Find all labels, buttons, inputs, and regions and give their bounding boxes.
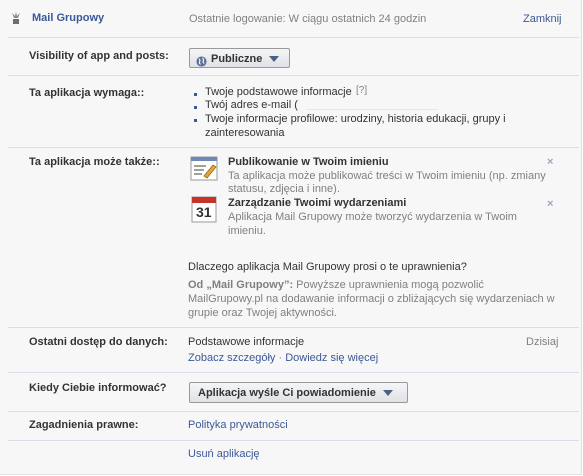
requires-label: Ta aplikacja wymaga:: (29, 87, 145, 99)
quote-line: Od „Mail Grupowy”: Powyższe uprawnienia … (188, 279, 484, 291)
divider (8, 147, 579, 148)
requires-item-cont: zainteresowania (205, 127, 285, 139)
quote-line: grupie oraz Twojej aktywności. (188, 307, 337, 319)
email-redacted (306, 101, 438, 110)
notify-button-label: Aplikacja wyśle Ci powiadomienie (198, 387, 376, 399)
close-link[interactable]: Zamknij (523, 13, 562, 25)
divider (8, 327, 579, 328)
divider (8, 440, 579, 441)
why-question: Dlaczego aplikacja Mail Grupowy prosi o … (188, 261, 467, 273)
quote-text: Powyższe uprawnienia mogą pozwolić (293, 279, 484, 291)
privacy-policy-link[interactable]: Polityka prywatności (188, 419, 288, 431)
events-perm-title: Zarządzanie Twoimi wydarzeniami (228, 197, 407, 209)
bullet (194, 119, 197, 122)
app-icon (8, 10, 24, 26)
last-login-text: Ostatnie logowanie: W ciągu ostatnich 24… (189, 13, 427, 25)
divider (8, 411, 579, 412)
also-label: Ta aplikacja może także:: (29, 156, 160, 168)
learn-more-link[interactable]: Dowiedz się więcej (285, 352, 378, 364)
requires-item: Twoje podstawowe informacje (205, 86, 352, 98)
last-access-label: Ostatni dostęp do danych: (29, 336, 168, 348)
publish-perm-desc: Ta aplikacja może publikować treści w Tw… (228, 170, 546, 182)
legal-label: Zagadnienia prawne: (29, 419, 139, 431)
last-access-links: Zobacz szczegóły · Dowiedz się więcej (188, 352, 378, 364)
last-access-value: Podstawowe informacje (188, 336, 305, 348)
divider (8, 75, 579, 76)
remove-publish-perm-icon[interactable]: × (547, 156, 553, 168)
details-link[interactable]: Zobacz szczegóły (188, 352, 275, 364)
publish-icon (190, 156, 218, 182)
quote-from: Od „Mail Grupowy”: (188, 279, 294, 291)
link-separator: · (275, 352, 286, 364)
visibility-button[interactable]: Publiczne (189, 48, 290, 68)
calendar-number: 31 (196, 204, 212, 220)
globe-icon (196, 54, 207, 67)
visibility-label: Visibility of app and posts: (29, 50, 169, 62)
chevron-down-icon (382, 390, 393, 397)
notify-label: Kiedy Ciebie informować? (29, 382, 167, 394)
last-access-when: Dzisiaj (526, 336, 559, 348)
remove-app-link[interactable]: Usuń aplikację (188, 448, 260, 460)
events-perm-desc: Aplikacja Mail Grupowy może tworzyć wyda… (228, 211, 517, 223)
notify-button[interactable]: Aplikacja wyśle Ci powiadomienie (189, 382, 408, 403)
requires-item: Twoje informacje profilowe: urodziny, hi… (205, 113, 506, 125)
publish-perm-desc: statusu, zdjęcia i inne). (228, 183, 340, 195)
calendar-icon: 31 (191, 196, 217, 223)
help-marker[interactable]: [?] (356, 85, 367, 96)
events-perm-desc: imieniu. (228, 225, 266, 237)
chevron-down-icon (269, 56, 280, 63)
bullet (194, 93, 197, 96)
requires-item: Twój adres e-mail ( (205, 99, 298, 111)
quote-line: MailGrupowy.pl na dodawanie informacji o… (188, 293, 555, 305)
divider (8, 372, 579, 373)
publish-perm-title: Publikowanie w Twoim imieniu (228, 156, 389, 168)
app-name-link[interactable]: Mail Grupowy (32, 12, 104, 24)
divider (8, 37, 579, 38)
bullet (194, 106, 197, 109)
app-settings-panel: Mail Grupowy Ostatnie logowanie: W ciągu… (0, 0, 582, 475)
remove-events-perm-icon[interactable]: × (547, 198, 553, 210)
visibility-button-label: Publiczne (211, 53, 263, 65)
